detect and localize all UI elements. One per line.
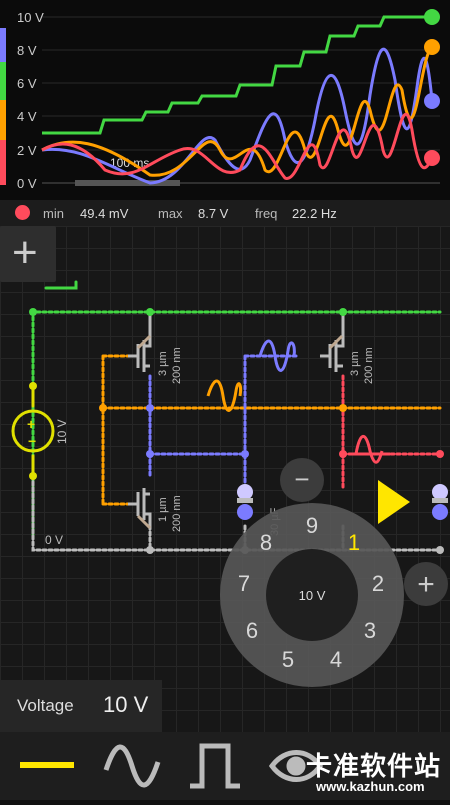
dial-digit-9[interactable]: 9 <box>306 513 318 538</box>
dial-digit-3[interactable]: 3 <box>364 618 376 643</box>
voltage-source[interactable]: + − <box>11 409 55 453</box>
dial-digit-6[interactable]: 6 <box>246 618 258 643</box>
watermark-url: www.kazhun.com <box>316 779 425 794</box>
transistor-length-label: 200 nm <box>171 347 183 384</box>
dial-digit-2[interactable]: 2 <box>372 571 384 596</box>
voltage-property[interactable]: Voltage 10 V <box>0 680 162 732</box>
sine-wave-icon[interactable] <box>103 744 161 788</box>
ground-label: 0 V <box>45 533 63 547</box>
channel-dot <box>15 205 30 220</box>
blue-level-handle[interactable] <box>424 93 440 109</box>
dc-line-icon[interactable] <box>20 762 74 768</box>
svg-text:+: + <box>27 416 35 432</box>
y-tick-label: 8 V <box>17 43 37 58</box>
dial-digit-8[interactable]: 8 <box>260 530 272 555</box>
transistor-width-label: 1 µm <box>157 497 169 522</box>
transistor-top-left[interactable] <box>128 312 152 372</box>
channel-bar-red <box>0 140 6 185</box>
y-tick-label: 4 V <box>17 109 37 124</box>
min-value: 49.4 mV <box>80 206 129 221</box>
freq-value: 22.2 Hz <box>292 206 337 221</box>
channel-bar-orange <box>0 100 6 140</box>
dial-digit-7[interactable]: 7 <box>238 571 250 596</box>
dial-digit-4[interactable]: 4 <box>330 647 342 672</box>
orange-probe-marker[interactable] <box>206 379 242 412</box>
orange-trace <box>41 45 434 177</box>
red-level-handle[interactable] <box>424 150 440 166</box>
transistor-top-right[interactable] <box>320 312 345 372</box>
minus-icon: − <box>294 464 309 494</box>
green-level-handle[interactable] <box>424 9 440 25</box>
orange-level-handle[interactable] <box>424 39 440 55</box>
watermark-title: 卡准软件站 <box>306 751 442 781</box>
oscilloscope-panel[interactable]: 10 V 8 V 6 V 4 V 2 V 0 V 100 ms <box>0 0 450 200</box>
voltage-label: Voltage <box>17 696 74 715</box>
plus-icon: + <box>12 228 38 277</box>
min-label: min <box>43 206 64 221</box>
dial-digit-1[interactable]: 1 <box>348 530 360 555</box>
channel-bar-green <box>0 62 6 100</box>
voltage-value: 10 V <box>103 692 149 717</box>
add-component-button[interactable]: + <box>0 226 56 282</box>
source-voltage-label: 10 V <box>55 419 69 444</box>
channel-bar-blue <box>0 28 6 66</box>
dial-digit-5[interactable]: 5 <box>282 647 294 672</box>
plus-icon: + <box>417 568 435 601</box>
y-tick-label: 0 V <box>17 176 37 191</box>
y-tick-label: 10 V <box>17 10 44 25</box>
transistor-width-label: 3 µm <box>157 351 169 376</box>
svg-text:−: − <box>28 433 36 449</box>
transistor-width-label: 3 µm <box>349 351 361 376</box>
value-dial[interactable]: 10 V 1 2 3 4 5 6 7 8 9 − + <box>210 450 450 710</box>
oscilloscope-plot: 10 V 8 V 6 V 4 V 2 V 0 V 100 ms <box>0 9 440 191</box>
square-wave-icon[interactable] <box>190 743 240 789</box>
freq-label: freq <box>255 206 278 221</box>
y-tick-label: 2 V <box>17 143 37 158</box>
transistor-length-label: 200 nm <box>363 347 375 384</box>
max-value: 8.7 V <box>198 206 229 221</box>
transistor-bottom-left[interactable] <box>128 488 152 530</box>
dial-center-value: 10 V <box>299 588 326 603</box>
measurement-bar: min 49.4 mV max 8.7 V freq 22.2 Hz <box>0 200 450 226</box>
transistor-length-label: 200 nm <box>171 495 183 532</box>
max-label: max <box>158 206 183 221</box>
y-tick-label: 6 V <box>17 76 37 91</box>
